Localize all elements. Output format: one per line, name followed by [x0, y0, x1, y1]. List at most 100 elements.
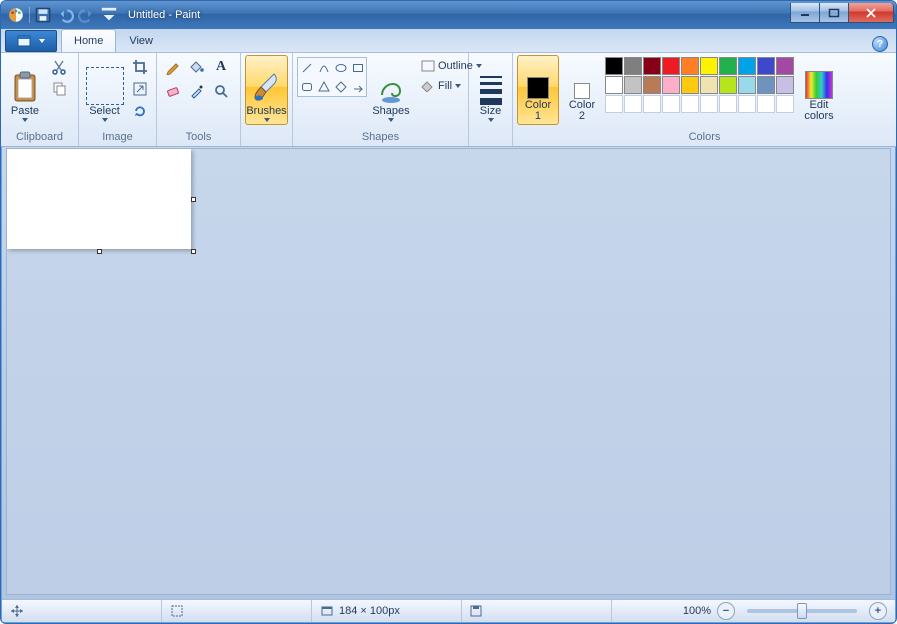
- maximize-button[interactable]: [819, 3, 849, 23]
- color-swatch[interactable]: [681, 57, 699, 75]
- color-swatch[interactable]: [643, 95, 661, 113]
- color-swatch[interactable]: [776, 76, 794, 94]
- color-swatch[interactable]: [757, 57, 775, 75]
- select-label: Select: [89, 106, 120, 117]
- copy-button[interactable]: [49, 79, 69, 99]
- group-label: [473, 130, 508, 146]
- shapes-label: Shapes: [372, 106, 409, 117]
- edit-colors-button[interactable]: Edit colors: [796, 55, 842, 125]
- edit-colors-label: Edit colors: [804, 100, 833, 122]
- minimize-button[interactable]: [790, 3, 820, 23]
- color-swatch[interactable]: [776, 95, 794, 113]
- color-swatch[interactable]: [738, 95, 756, 113]
- color-swatch[interactable]: [605, 76, 623, 94]
- color-swatch[interactable]: [757, 76, 775, 94]
- canvas-area[interactable]: [6, 148, 891, 595]
- close-button[interactable]: [848, 3, 894, 23]
- tab-label: View: [129, 35, 153, 47]
- resize-handle-right[interactable]: [191, 197, 196, 202]
- chevron-down-icon: [264, 118, 270, 122]
- shape-gallery[interactable]: [297, 55, 367, 97]
- zoom-slider-thumb[interactable]: [797, 603, 807, 619]
- group-brushes: Brushes: [241, 53, 293, 146]
- cut-button[interactable]: [49, 57, 69, 77]
- titlebar: Untitled - Paint: [1, 1, 896, 29]
- color-swatch[interactable]: [605, 95, 623, 113]
- color-swatch[interactable]: [776, 57, 794, 75]
- brushes-label: Brushes: [246, 106, 286, 117]
- selection-icon: [170, 604, 184, 618]
- color1-label: Color 1: [525, 100, 551, 122]
- color-swatch[interactable]: [681, 95, 699, 113]
- resize-handle-corner[interactable]: [191, 249, 196, 254]
- magnifier-tool[interactable]: [211, 81, 231, 101]
- zoom-in-button[interactable]: +: [869, 602, 887, 620]
- file-menu-button[interactable]: [5, 30, 57, 52]
- file-size-cell: [462, 600, 612, 622]
- color-swatch[interactable]: [605, 57, 623, 75]
- zoom-out-button[interactable]: −: [717, 602, 735, 620]
- rotate-button[interactable]: [130, 101, 150, 121]
- color-swatch[interactable]: [643, 57, 661, 75]
- size-button[interactable]: Size: [471, 55, 511, 125]
- paint-window: Untitled - Paint Home View ? Paste: [0, 0, 897, 624]
- chevron-down-icon: [455, 84, 461, 88]
- group-colors: Color 1 Color 2 Edit colors Colors: [513, 53, 896, 146]
- save-icon[interactable]: [34, 6, 52, 24]
- paint-app-icon: [7, 6, 25, 24]
- group-label: Shapes: [297, 129, 464, 146]
- color-swatch[interactable]: [624, 76, 642, 94]
- zoom-slider[interactable]: [747, 609, 857, 613]
- color-swatch[interactable]: [624, 57, 642, 75]
- group-tools: A Tools: [157, 53, 241, 146]
- pencil-tool[interactable]: [163, 57, 183, 77]
- resize-handle-bottom[interactable]: [97, 249, 102, 254]
- color1-button[interactable]: Color 1: [517, 55, 559, 125]
- paste-label: Paste: [11, 106, 39, 117]
- color-swatch[interactable]: [719, 76, 737, 94]
- color-swatch[interactable]: [662, 57, 680, 75]
- paste-button[interactable]: Paste: [5, 55, 45, 125]
- select-button[interactable]: Select: [83, 55, 126, 125]
- resize-button[interactable]: [130, 79, 150, 99]
- canvas[interactable]: [7, 149, 191, 249]
- color-swatch[interactable]: [681, 76, 699, 94]
- color-swatch[interactable]: [719, 57, 737, 75]
- tab-view[interactable]: View: [116, 29, 166, 52]
- color1-swatch: [527, 77, 549, 99]
- color2-label: Color 2: [569, 100, 595, 122]
- color-swatch[interactable]: [624, 95, 642, 113]
- brushes-button[interactable]: Brushes: [245, 55, 288, 125]
- outline-label: Outline: [438, 60, 473, 72]
- window-title: Untitled - Paint: [118, 9, 791, 21]
- qat-customize-icon[interactable]: [100, 6, 118, 24]
- tab-home[interactable]: Home: [61, 29, 116, 52]
- color2-button[interactable]: Color 2: [561, 55, 603, 125]
- redo-icon[interactable]: [78, 6, 96, 24]
- group-label: [245, 130, 288, 146]
- color-swatch[interactable]: [700, 76, 718, 94]
- chevron-down-icon: [388, 118, 394, 122]
- fill-label: Fill: [438, 80, 452, 92]
- color-swatch[interactable]: [643, 76, 661, 94]
- help-icon[interactable]: ?: [872, 36, 888, 52]
- color-picker-tool[interactable]: [187, 81, 207, 101]
- shapes-button[interactable]: Shapes: [369, 55, 413, 125]
- text-tool[interactable]: A: [211, 57, 231, 77]
- disk-icon: [470, 605, 482, 617]
- undo-icon[interactable]: [56, 6, 74, 24]
- color-swatch[interactable]: [700, 95, 718, 113]
- color-swatch[interactable]: [738, 76, 756, 94]
- color-swatch[interactable]: [757, 95, 775, 113]
- canvas-size-icon: [320, 604, 334, 618]
- fill-tool[interactable]: [187, 57, 207, 77]
- color-swatch[interactable]: [738, 57, 756, 75]
- canvas-size-text: 184 × 100px: [339, 605, 400, 617]
- crop-button[interactable]: [130, 57, 150, 77]
- color-swatch[interactable]: [662, 95, 680, 113]
- ribbon: Paste Clipboard Select: [1, 53, 896, 147]
- color-swatch[interactable]: [719, 95, 737, 113]
- color-swatch[interactable]: [662, 76, 680, 94]
- color-swatch[interactable]: [700, 57, 718, 75]
- eraser-tool[interactable]: [163, 81, 183, 101]
